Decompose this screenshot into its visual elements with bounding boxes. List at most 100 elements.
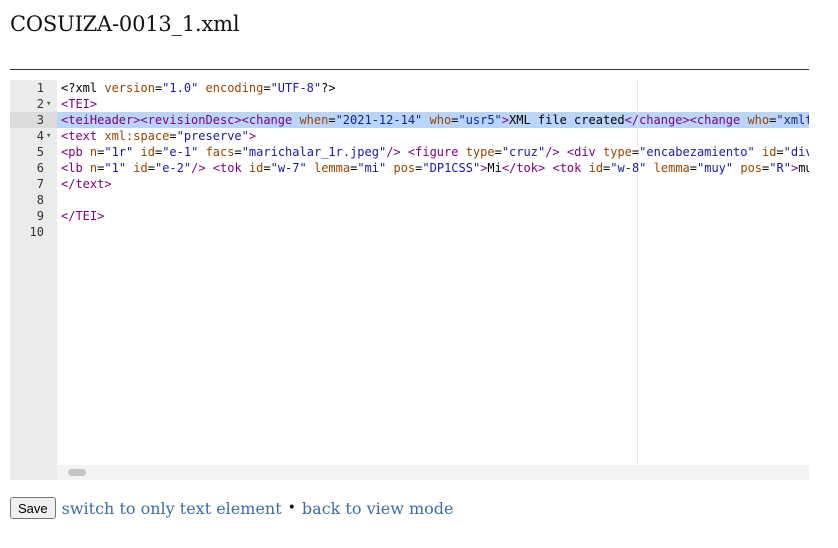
code-token: id [588,161,604,175]
code-token: "w-7" [270,161,307,175]
code-token: <tok [552,161,589,175]
code-token: "marichalar_1r.jpeg" [241,145,387,159]
page-title: COSUIZA-0013_1.xml [10,12,240,36]
code-lines[interactable]: 1 <?xml version="1.0" encoding="UTF-8"?> 2… [10,80,809,240]
switch-text-element-link[interactable]: switch to only text element [62,499,282,518]
code-line[interactable]: 2 ▾ <TEI> [10,96,809,112]
code-token: "preserve" [176,129,249,143]
line-number: 4 [36,129,44,143]
code-token: > [501,113,510,127]
code-token: = [494,145,502,159]
code-token: <lb [61,161,90,175]
code-text[interactable]: </TEI> [61,208,104,224]
code-token: /> [545,145,560,159]
code-text[interactable]: </text> [61,176,112,192]
code-token: type [465,145,495,159]
code-token: id [248,161,264,175]
back-to-view-link[interactable]: back to view mode [302,499,454,518]
line-number: 10 [29,225,44,239]
code-line[interactable]: 9 </TEI> [10,208,809,224]
code-token: facs [205,145,235,159]
code-token: "1r" [104,145,134,159]
code-line[interactable]: 8 [10,192,809,208]
line-number: 6 [36,161,44,175]
code-text[interactable]: <lb n="1" id="e-2"/> <tok id="w-7" lemma… [61,160,809,176]
code-token: "w-8" [610,161,647,175]
code-token: <TEI> [61,97,98,111]
code-text[interactable]: <teiHeader><revisionDesc><change when="2… [61,112,809,128]
code-line[interactable]: 10 [10,224,809,240]
code-line[interactable]: 6 <lb n="1" id="e-2"/> <tok id="w-7" lemm… [10,160,809,176]
code-token: id [133,161,148,175]
fold-toggle-icon[interactable]: ▾ [46,128,56,144]
line-number: 7 [36,177,44,191]
code-token: <change [241,113,300,127]
code-token: </change> [624,113,690,127]
line-number: 5 [36,145,44,159]
code-token: lemma [313,161,351,175]
code-token: <tok [212,161,249,175]
code-text[interactable]: <pb n="1r" id="e-1" facs="marichalar_1r.… [61,144,809,160]
code-token: = [263,161,271,175]
code-token: "1.0" [162,81,199,95]
code-token: "mi" [357,161,387,175]
code-token: version [104,81,155,95]
code-token: <div [566,145,603,159]
code-token: "2021-12-14" [335,113,423,127]
code-token: </TEI> [61,209,105,223]
code-line[interactable]: 7 </text> [10,176,809,192]
code-token: /> [191,161,206,175]
code-editor[interactable]: 1 <?xml version="1.0" encoding="UTF-8"?> 2… [10,80,809,480]
line-number: 1 [36,81,44,95]
code-token: = [776,145,784,159]
code-token: "cruz" [501,145,546,159]
code-text[interactable]: <TEI> [61,96,97,112]
code-line[interactable]: 4 ▾ <text xml:space="preserve"> [10,128,809,144]
code-text[interactable]: <?xml version="1.0" encoding="UTF-8"?> [61,80,336,96]
code-token: encoding [205,81,264,95]
code-token: id [761,145,777,159]
code-token: "usr5" [458,113,502,127]
code-token: /> [386,145,401,159]
code-token: pos [393,161,416,175]
code-token: "UTF-8" [270,81,322,95]
code-token: "e-1" [162,145,199,159]
code-token: XML file created [509,113,625,127]
code-line[interactable]: 3 <teiHeader><revisionDesc><change when="… [10,112,809,128]
code-token: <teiHeader> [61,113,141,127]
code-text[interactable]: <text xml:space="preserve"> [61,128,256,144]
code-token: type [603,145,632,159]
code-token: = [263,81,271,95]
code-token: lemma [653,161,690,175]
line-number: 9 [36,209,44,223]
line-number: 3 [36,113,44,127]
code-token: "e-2" [154,161,192,175]
fold-toggle-icon[interactable]: ▾ [46,96,56,112]
horizontal-scrollbar[interactable] [57,465,809,480]
line-number: 8 [36,193,44,207]
code-token: ?> [321,81,336,95]
code-line[interactable]: 1 <?xml version="1.0" encoding="UTF-8"?> [10,80,809,96]
code-token: "div [783,145,809,159]
code-token: "R" [769,161,791,175]
code-token: <pb [61,145,90,159]
save-button[interactable]: Save [10,497,56,519]
code-token: > [248,129,257,143]
footer-actions: Save switch to only text element • back … [10,496,454,520]
code-token: "1" [104,161,127,175]
code-token: <figure [407,145,466,159]
horizontal-scrollbar-thumb[interactable] [68,469,86,476]
code-token: = [147,161,155,175]
code-token: "DP1CSS" [422,161,481,175]
code-token: </text> [61,177,112,191]
code-token: id [140,145,155,159]
code-line[interactable]: 5 <pb n="1r" id="e-1" facs="marichalar_1r… [10,144,809,160]
